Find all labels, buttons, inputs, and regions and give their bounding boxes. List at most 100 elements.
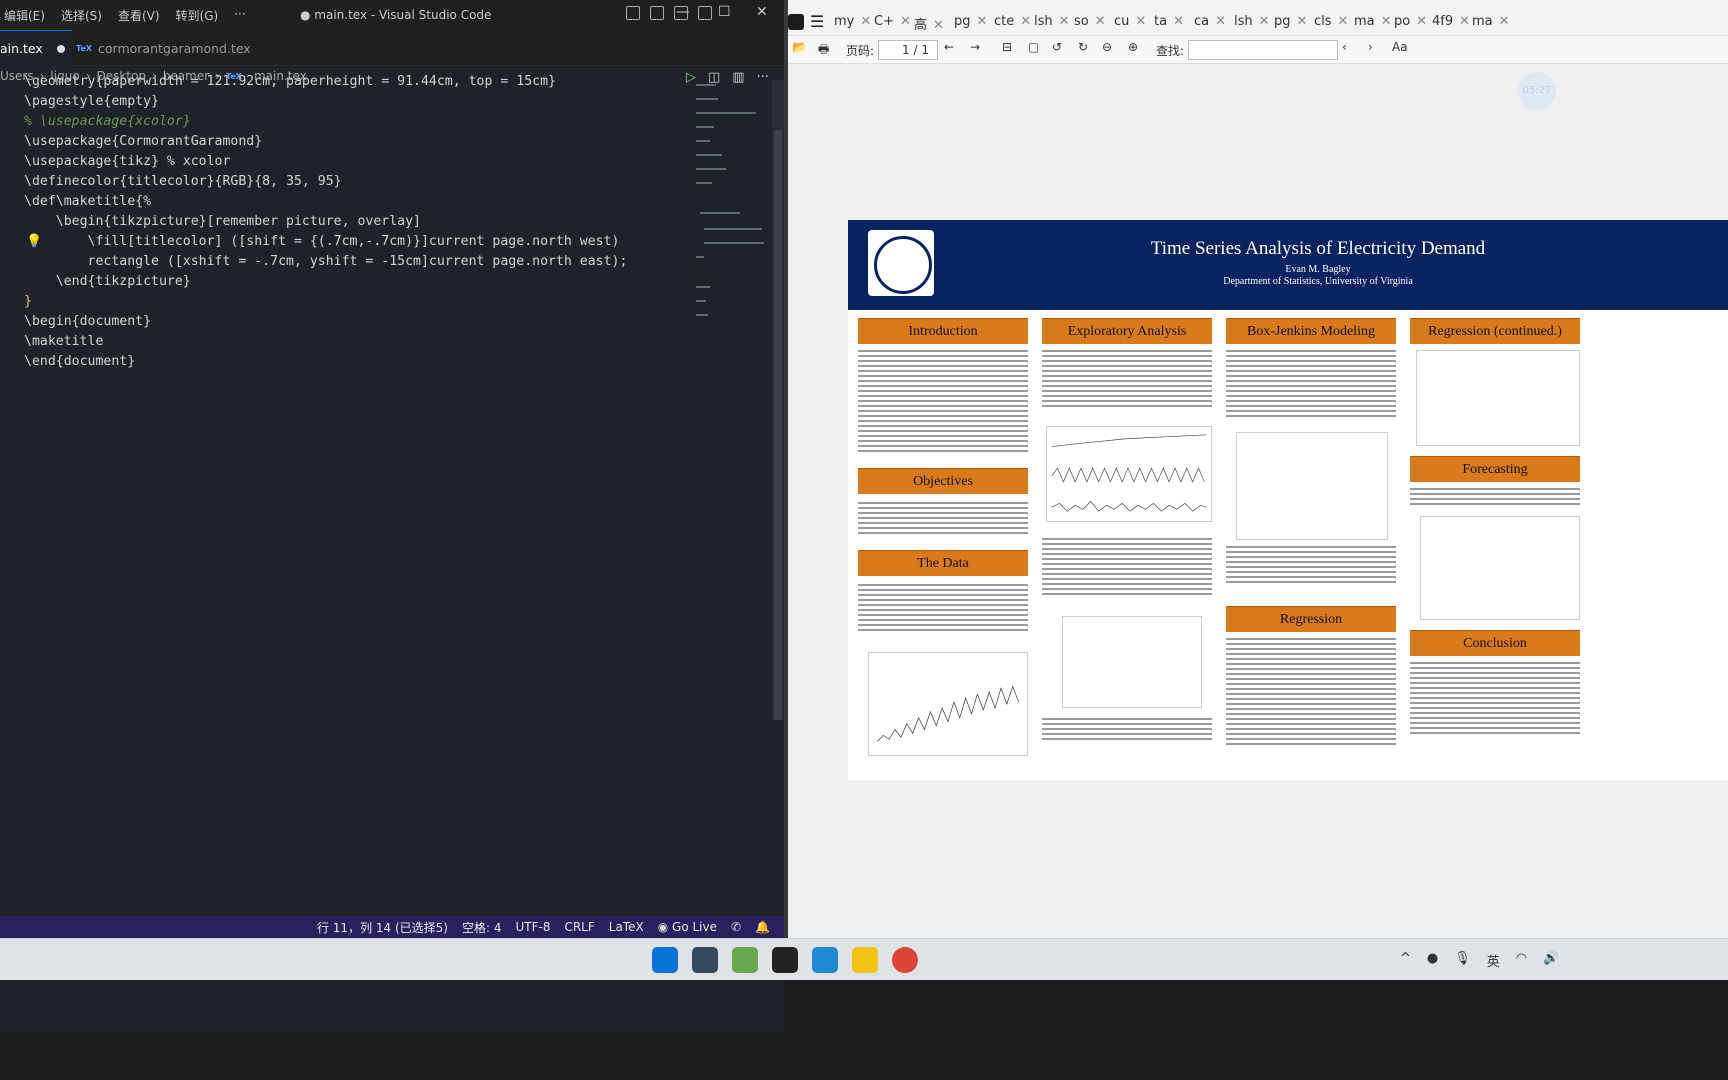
pdf-tab[interactable]: po ✕ [1394, 14, 1427, 29]
code-line[interactable]: \usepackage{tikz} % xcolor [24, 152, 230, 172]
pdf-tab[interactable]: ca ✕ [1194, 14, 1226, 29]
pdf-tab[interactable]: lsh ✕ [1234, 14, 1270, 29]
pdf-tab[interactable]: cls ✕ [1314, 14, 1348, 29]
prev-page-icon[interactable]: ← [944, 40, 954, 54]
close-icon[interactable]: ✕ [1020, 14, 1031, 29]
tab-main-tex[interactable]: ain.tex [0, 30, 72, 66]
hamburger-menu-icon[interactable]: ☰ [810, 12, 824, 31]
code-line[interactable]: \end{document} [24, 352, 135, 372]
page-number-input[interactable]: 1 / 1 [878, 40, 938, 60]
menu-edit[interactable]: 编辑(E) [4, 7, 45, 24]
close-icon[interactable]: ✕ [1215, 14, 1226, 29]
bell-icon[interactable]: 🔔 [755, 920, 770, 934]
editor-scrollbar[interactable] [772, 80, 784, 720]
code-line[interactable]: \end{tikzpicture} [24, 272, 191, 292]
fit-page-icon[interactable]: ⊟ [1002, 40, 1012, 54]
code-line[interactable]: % \usepackage{xcolor} [24, 112, 191, 132]
close-icon[interactable]: ✕ [860, 14, 871, 29]
close-icon[interactable]: ✕ [1259, 14, 1270, 29]
volume-icon[interactable]: 🔊 [1543, 951, 1559, 970]
toggle-panel-icon[interactable] [650, 6, 664, 20]
search-input[interactable] [1188, 40, 1338, 60]
menu-view[interactable]: 查看(V) [118, 7, 160, 24]
rotate-left-icon[interactable]: ↺ [1052, 40, 1062, 54]
code-line[interactable]: rectangle ([xshift = -.7cm, yshift = -15… [24, 252, 628, 272]
code-line[interactable]: \begin{document} [24, 312, 151, 332]
lightbulb-icon[interactable]: 💡 [26, 234, 42, 249]
utorrent-icon[interactable] [732, 947, 758, 973]
minimap[interactable] [692, 80, 772, 340]
tab-cormorantgaramond[interactable]: TeX cormorantgaramond.tex [76, 30, 251, 66]
sumatra-pdf-icon[interactable] [852, 947, 878, 973]
menu-goto[interactable]: 转到(G) [176, 7, 219, 24]
code-line[interactable]: \geometry{paperwidth = 121.92cm, paperhe… [24, 72, 556, 92]
pdf-tab-active[interactable]: 4f9 ✕ [1432, 14, 1470, 29]
windows-start-icon[interactable] [652, 947, 678, 973]
vscode-icon[interactable] [812, 947, 838, 973]
close-icon[interactable]: ✕ [900, 14, 911, 29]
code-line[interactable]: \usepackage{CormorantGaramond} [24, 132, 262, 152]
input-method-indicator[interactable]: 英 [1487, 951, 1500, 970]
wifi-icon[interactable]: ◠ [1516, 951, 1527, 970]
pdf-tab[interactable]: so ✕ [1074, 14, 1106, 29]
close-icon[interactable]: ✕ [1338, 14, 1349, 29]
code-line[interactable]: \begin{tikzpicture}[remember picture, ov… [24, 212, 421, 232]
status-encoding[interactable]: UTF-8 [515, 920, 550, 934]
pdf-tab[interactable]: lsh ✕ [1034, 14, 1070, 29]
status-indentation[interactable]: 空格: 4 [462, 919, 502, 936]
status-eol[interactable]: CRLF [564, 920, 594, 934]
qq-icon[interactable]: ● [1427, 951, 1438, 970]
feedback-icon[interactable]: ✆ [731, 920, 741, 934]
close-icon[interactable]: ✕ [1416, 14, 1427, 29]
code-line[interactable]: \fill[titlecolor] ([shift = {(.7cm,-.7cm… [24, 232, 620, 252]
zoom-out-icon[interactable]: ⊖ [1102, 40, 1112, 54]
app-icon[interactable] [692, 947, 718, 973]
pdf-tab[interactable]: cte ✕ [994, 14, 1031, 29]
pdf-tab[interactable]: ma ✕ [1472, 14, 1510, 29]
code-line[interactable]: } [24, 292, 32, 312]
toggle-sidebar-icon[interactable] [626, 6, 640, 20]
code-line[interactable]: \def\maketitle{% [24, 192, 151, 212]
print-icon[interactable]: 🖶 [818, 40, 829, 61]
pdf-tab[interactable]: pg ✕ [1274, 14, 1307, 29]
terminal-icon[interactable] [772, 947, 798, 973]
chrome-icon[interactable] [892, 947, 918, 973]
close-icon[interactable]: ✕ [933, 18, 944, 33]
pdf-tab[interactable]: C+ ✕ [874, 14, 911, 29]
pdf-tab[interactable]: cu ✕ [1114, 14, 1146, 29]
code-line[interactable]: \maketitle [24, 332, 103, 352]
close-icon[interactable]: ✕ [977, 14, 988, 29]
close-icon[interactable]: ✕ [1135, 14, 1146, 29]
unsaved-dot-icon[interactable] [56, 44, 65, 53]
pdf-tab[interactable]: pg ✕ [954, 14, 987, 29]
tray-expand-icon[interactable]: ^ [1400, 951, 1411, 970]
close-button[interactable]: ✕ [756, 4, 768, 20]
close-icon[interactable]: ✕ [1381, 14, 1392, 29]
rotate-right-icon[interactable]: ↻ [1078, 40, 1088, 54]
pdf-tab[interactable]: ta ✕ [1154, 14, 1184, 29]
pdf-tab[interactable]: 高 ✕ [914, 14, 944, 33]
fit-width-icon[interactable]: ▢ [1028, 40, 1039, 54]
find-next-icon[interactable]: › [1368, 40, 1373, 54]
status-go-live[interactable]: ◉ Go Live [658, 920, 717, 934]
menu-selection[interactable]: 选择(S) [61, 7, 102, 24]
status-cursor-position[interactable]: 行 11，列 14 (已选择5) [317, 919, 448, 936]
code-line[interactable]: \definecolor{titlecolor}{RGB}{8, 35, 95} [24, 172, 342, 192]
close-icon[interactable]: ✕ [1095, 14, 1106, 29]
close-icon[interactable]: ✕ [1297, 14, 1308, 29]
pdf-page-poster[interactable]: Time Series Analysis of Electricity Dema… [848, 220, 1728, 780]
pdf-tab[interactable]: my ✕ [834, 14, 871, 29]
close-icon[interactable]: ✕ [1459, 14, 1470, 29]
code-line[interactable]: \pagestyle{empty} [24, 92, 159, 112]
customize-layout-icon[interactable] [698, 6, 712, 20]
match-case-icon[interactable]: Aa [1392, 40, 1408, 54]
open-folder-icon[interactable]: 📂 [792, 40, 807, 54]
maximize-button[interactable]: ☐ [718, 4, 731, 20]
close-icon[interactable]: ✕ [1059, 14, 1070, 29]
zoom-in-icon[interactable]: ⊕ [1128, 40, 1138, 54]
microphone-icon[interactable]: 🎙 [1454, 951, 1471, 970]
close-icon[interactable]: ✕ [1173, 14, 1184, 29]
pdf-tab[interactable]: ma ✕ [1354, 14, 1392, 29]
close-icon[interactable]: ✕ [1499, 14, 1510, 29]
menu-more[interactable]: ··· [234, 7, 245, 24]
